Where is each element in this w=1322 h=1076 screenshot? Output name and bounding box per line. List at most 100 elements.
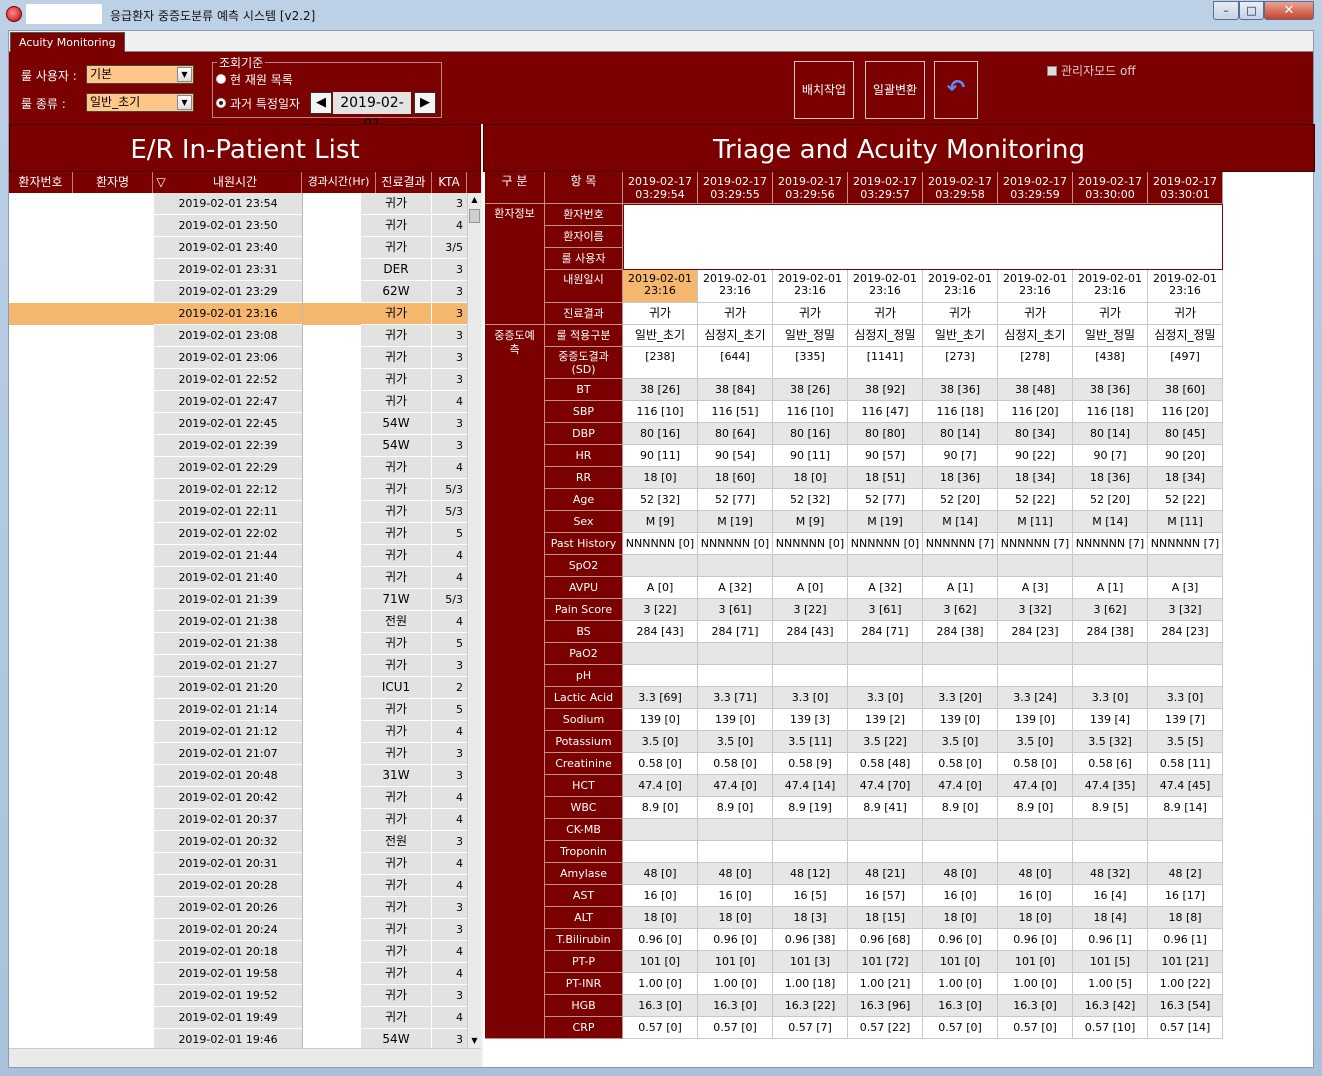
col-patient-name[interactable]: 환자명 xyxy=(73,172,153,193)
row-label: 중증도결과 (SD) xyxy=(545,347,623,379)
date-field[interactable]: 2019-02-01 xyxy=(333,92,411,133)
close-button[interactable]: ✕ xyxy=(1264,1,1314,20)
table-row[interactable]: 2019-02-01 22:52 귀가 3 xyxy=(9,369,467,391)
value-cell: [497] xyxy=(1148,347,1223,379)
value-cell: 284 [23] xyxy=(1148,621,1223,643)
value-cell: 48 [32] xyxy=(1073,863,1148,885)
value-cell: 284 [71] xyxy=(848,621,923,643)
table-row[interactable]: 2019-02-01 21:44 귀가 4 xyxy=(9,545,467,567)
elapsed-cell xyxy=(302,281,361,303)
table-row[interactable]: 2019-02-01 22:29 귀가 4 xyxy=(9,457,467,479)
table-row[interactable]: 2019-02-01 20:32 전원 3 xyxy=(9,831,467,853)
col-patient-id[interactable]: 환자번호 xyxy=(9,172,73,193)
table-row[interactable]: 2019-02-01 20:37 귀가 4 xyxy=(9,809,467,831)
table-row[interactable]: 2019-02-01 21:27 귀가 3 xyxy=(9,655,467,677)
patient-id-cell xyxy=(9,237,154,259)
value-cell: 90 [11] xyxy=(623,445,698,467)
table-row[interactable]: 2019-02-01 22:47 귀가 4 xyxy=(9,391,467,413)
scroll-up-icon[interactable]: ▲ xyxy=(468,193,481,207)
table-row[interactable]: 2019-02-01 21:07 귀가 3 xyxy=(9,743,467,765)
kta-cell: 4 xyxy=(431,809,467,831)
table-row[interactable]: 2019-02-01 23:40 귀가 3/5 xyxy=(9,237,467,259)
value-cell: [273] xyxy=(923,347,998,379)
admin-mode-checkbox[interactable]: 관리자모드 off xyxy=(1047,62,1136,79)
rule-type-select[interactable]: 일반_초기 ▼ xyxy=(86,93,194,112)
checkbox-icon[interactable] xyxy=(1047,66,1057,76)
table-row[interactable]: 2019-02-01 23:50 귀가 4 xyxy=(9,215,467,237)
maximize-button[interactable]: □ xyxy=(1239,1,1264,20)
table-row[interactable]: 2019-02-01 21:39 71W 5/3 xyxy=(9,589,467,611)
value-cell: 3 [22] xyxy=(773,599,848,621)
tab-acuity-monitoring[interactable]: Acuity Monitoring xyxy=(10,32,125,52)
table-row[interactable]: 2019-02-01 23:08 귀가 3 xyxy=(9,325,467,347)
patient-list-scrollbar[interactable]: ▲ ▼ xyxy=(467,193,481,1048)
scroll-thumb[interactable] xyxy=(469,209,480,223)
value-cell: 80 [45] xyxy=(1148,423,1223,445)
radio-current-list[interactable] xyxy=(216,74,226,84)
table-row[interactable]: 2019-02-01 21:40 귀가 4 xyxy=(9,567,467,589)
table-row[interactable]: 2019-02-01 22:11 귀가 5/3 xyxy=(9,501,467,523)
table-row[interactable]: 2019-02-01 20:24 귀가 3 xyxy=(9,919,467,941)
table-row[interactable]: 2019-02-01 21:14 귀가 5 xyxy=(9,699,467,721)
prev-date-button[interactable]: ◀ xyxy=(310,92,332,114)
patient-list-hscrollbar[interactable] xyxy=(9,1048,481,1067)
table-row[interactable]: 2019-02-01 20:42 귀가 4 xyxy=(9,787,467,809)
table-row[interactable]: 2019-02-01 22:45 54W 3 xyxy=(9,413,467,435)
app-icon[interactable] xyxy=(6,6,22,22)
table-row[interactable]: 2019-02-01 19:46 54W 3 xyxy=(9,1029,467,1048)
table-row[interactable]: 2019-02-01 20:28 귀가 4 xyxy=(9,875,467,897)
row-label: ALT xyxy=(545,907,623,929)
header-timestamp: 2019-02-17 03:29:57 xyxy=(848,172,923,204)
table-row[interactable]: 2019-02-01 21:38 전원 4 xyxy=(9,611,467,633)
visit-time-cell: 2019-02-01 21:40 xyxy=(154,567,302,589)
table-row[interactable]: 2019-02-01 20:31 귀가 4 xyxy=(9,853,467,875)
value-cell: 18 [0] xyxy=(923,907,998,929)
result-cell: 귀가 xyxy=(623,303,698,325)
chevron-down-icon[interactable]: ▼ xyxy=(177,95,192,110)
undo-icon[interactable]: ↶ xyxy=(934,61,978,119)
value-cell: 3 [61] xyxy=(848,599,923,621)
table-row[interactable]: 2019-02-01 20:48 31W 3 xyxy=(9,765,467,787)
sort-icon[interactable]: ▽ xyxy=(153,172,169,193)
bulk-convert-button[interactable]: 일괄변환 xyxy=(865,61,925,119)
value-cell: 101 [5] xyxy=(1073,951,1148,973)
batch-job-button[interactable]: 배치작업 xyxy=(794,61,854,119)
table-row[interactable]: 2019-02-01 21:12 귀가 4 xyxy=(9,721,467,743)
table-row[interactable]: 2019-02-01 23:29 62W 3 xyxy=(9,281,467,303)
elapsed-cell xyxy=(302,1007,361,1029)
scroll-down-icon[interactable]: ▼ xyxy=(468,1034,481,1048)
table-row[interactable]: 2019-02-01 22:39 54W 3 xyxy=(9,435,467,457)
table-row[interactable]: 2019-02-01 19:49 귀가 4 xyxy=(9,1007,467,1029)
col-visit-time[interactable]: 내원시간 xyxy=(169,172,302,193)
value-cell: 8.9 [19] xyxy=(773,797,848,819)
chevron-down-icon[interactable]: ▼ xyxy=(177,67,192,82)
col-kta[interactable]: KTA xyxy=(432,172,467,193)
header-timestamp: 2019-02-17 03:29:55 xyxy=(698,172,773,204)
value-cell: 101 [21] xyxy=(1148,951,1223,973)
table-row[interactable]: 2019-02-01 20:26 귀가 3 xyxy=(9,897,467,919)
patient-list-header: 환자번호 환자명 ▽ 내원시간 경과시간(Hr) 진료결과 KTA xyxy=(9,172,481,193)
rule-user-select[interactable]: 기본 ▼ xyxy=(86,65,194,84)
table-row[interactable]: 2019-02-01 23:31 DER 3 xyxy=(9,259,467,281)
table-row[interactable]: 2019-02-01 23:06 귀가 3 xyxy=(9,347,467,369)
table-row[interactable]: 2019-02-01 21:38 귀가 5 xyxy=(9,633,467,655)
next-date-button[interactable]: ▶ xyxy=(414,92,436,114)
table-row[interactable]: 2019-02-01 22:02 귀가 5 xyxy=(9,523,467,545)
elapsed-cell xyxy=(302,479,361,501)
table-row[interactable]: 2019-02-01 23:16 귀가 3 xyxy=(9,303,467,325)
minimize-button[interactable]: – xyxy=(1213,1,1239,20)
value-cell: 47.4 [0] xyxy=(998,775,1073,797)
radio-past-date[interactable] xyxy=(216,98,226,108)
table-row[interactable]: 2019-02-01 23:54 귀가 3 xyxy=(9,193,467,215)
col-elapsed-hours[interactable]: 경과시간(Hr) xyxy=(302,172,376,193)
table-row[interactable]: 2019-02-01 20:18 귀가 4 xyxy=(9,941,467,963)
row-label: PT-INR xyxy=(545,973,623,995)
elapsed-cell xyxy=(302,237,361,259)
table-row[interactable]: 2019-02-01 22:12 귀가 5/3 xyxy=(9,479,467,501)
kta-cell: 3 xyxy=(431,193,467,215)
table-row[interactable]: 2019-02-01 19:58 귀가 4 xyxy=(9,963,467,985)
kta-cell: 4 xyxy=(431,391,467,413)
table-row[interactable]: 2019-02-01 21:20 ICU1 2 xyxy=(9,677,467,699)
col-result[interactable]: 진료결과 xyxy=(376,172,432,193)
table-row[interactable]: 2019-02-01 19:52 귀가 3 xyxy=(9,985,467,1007)
